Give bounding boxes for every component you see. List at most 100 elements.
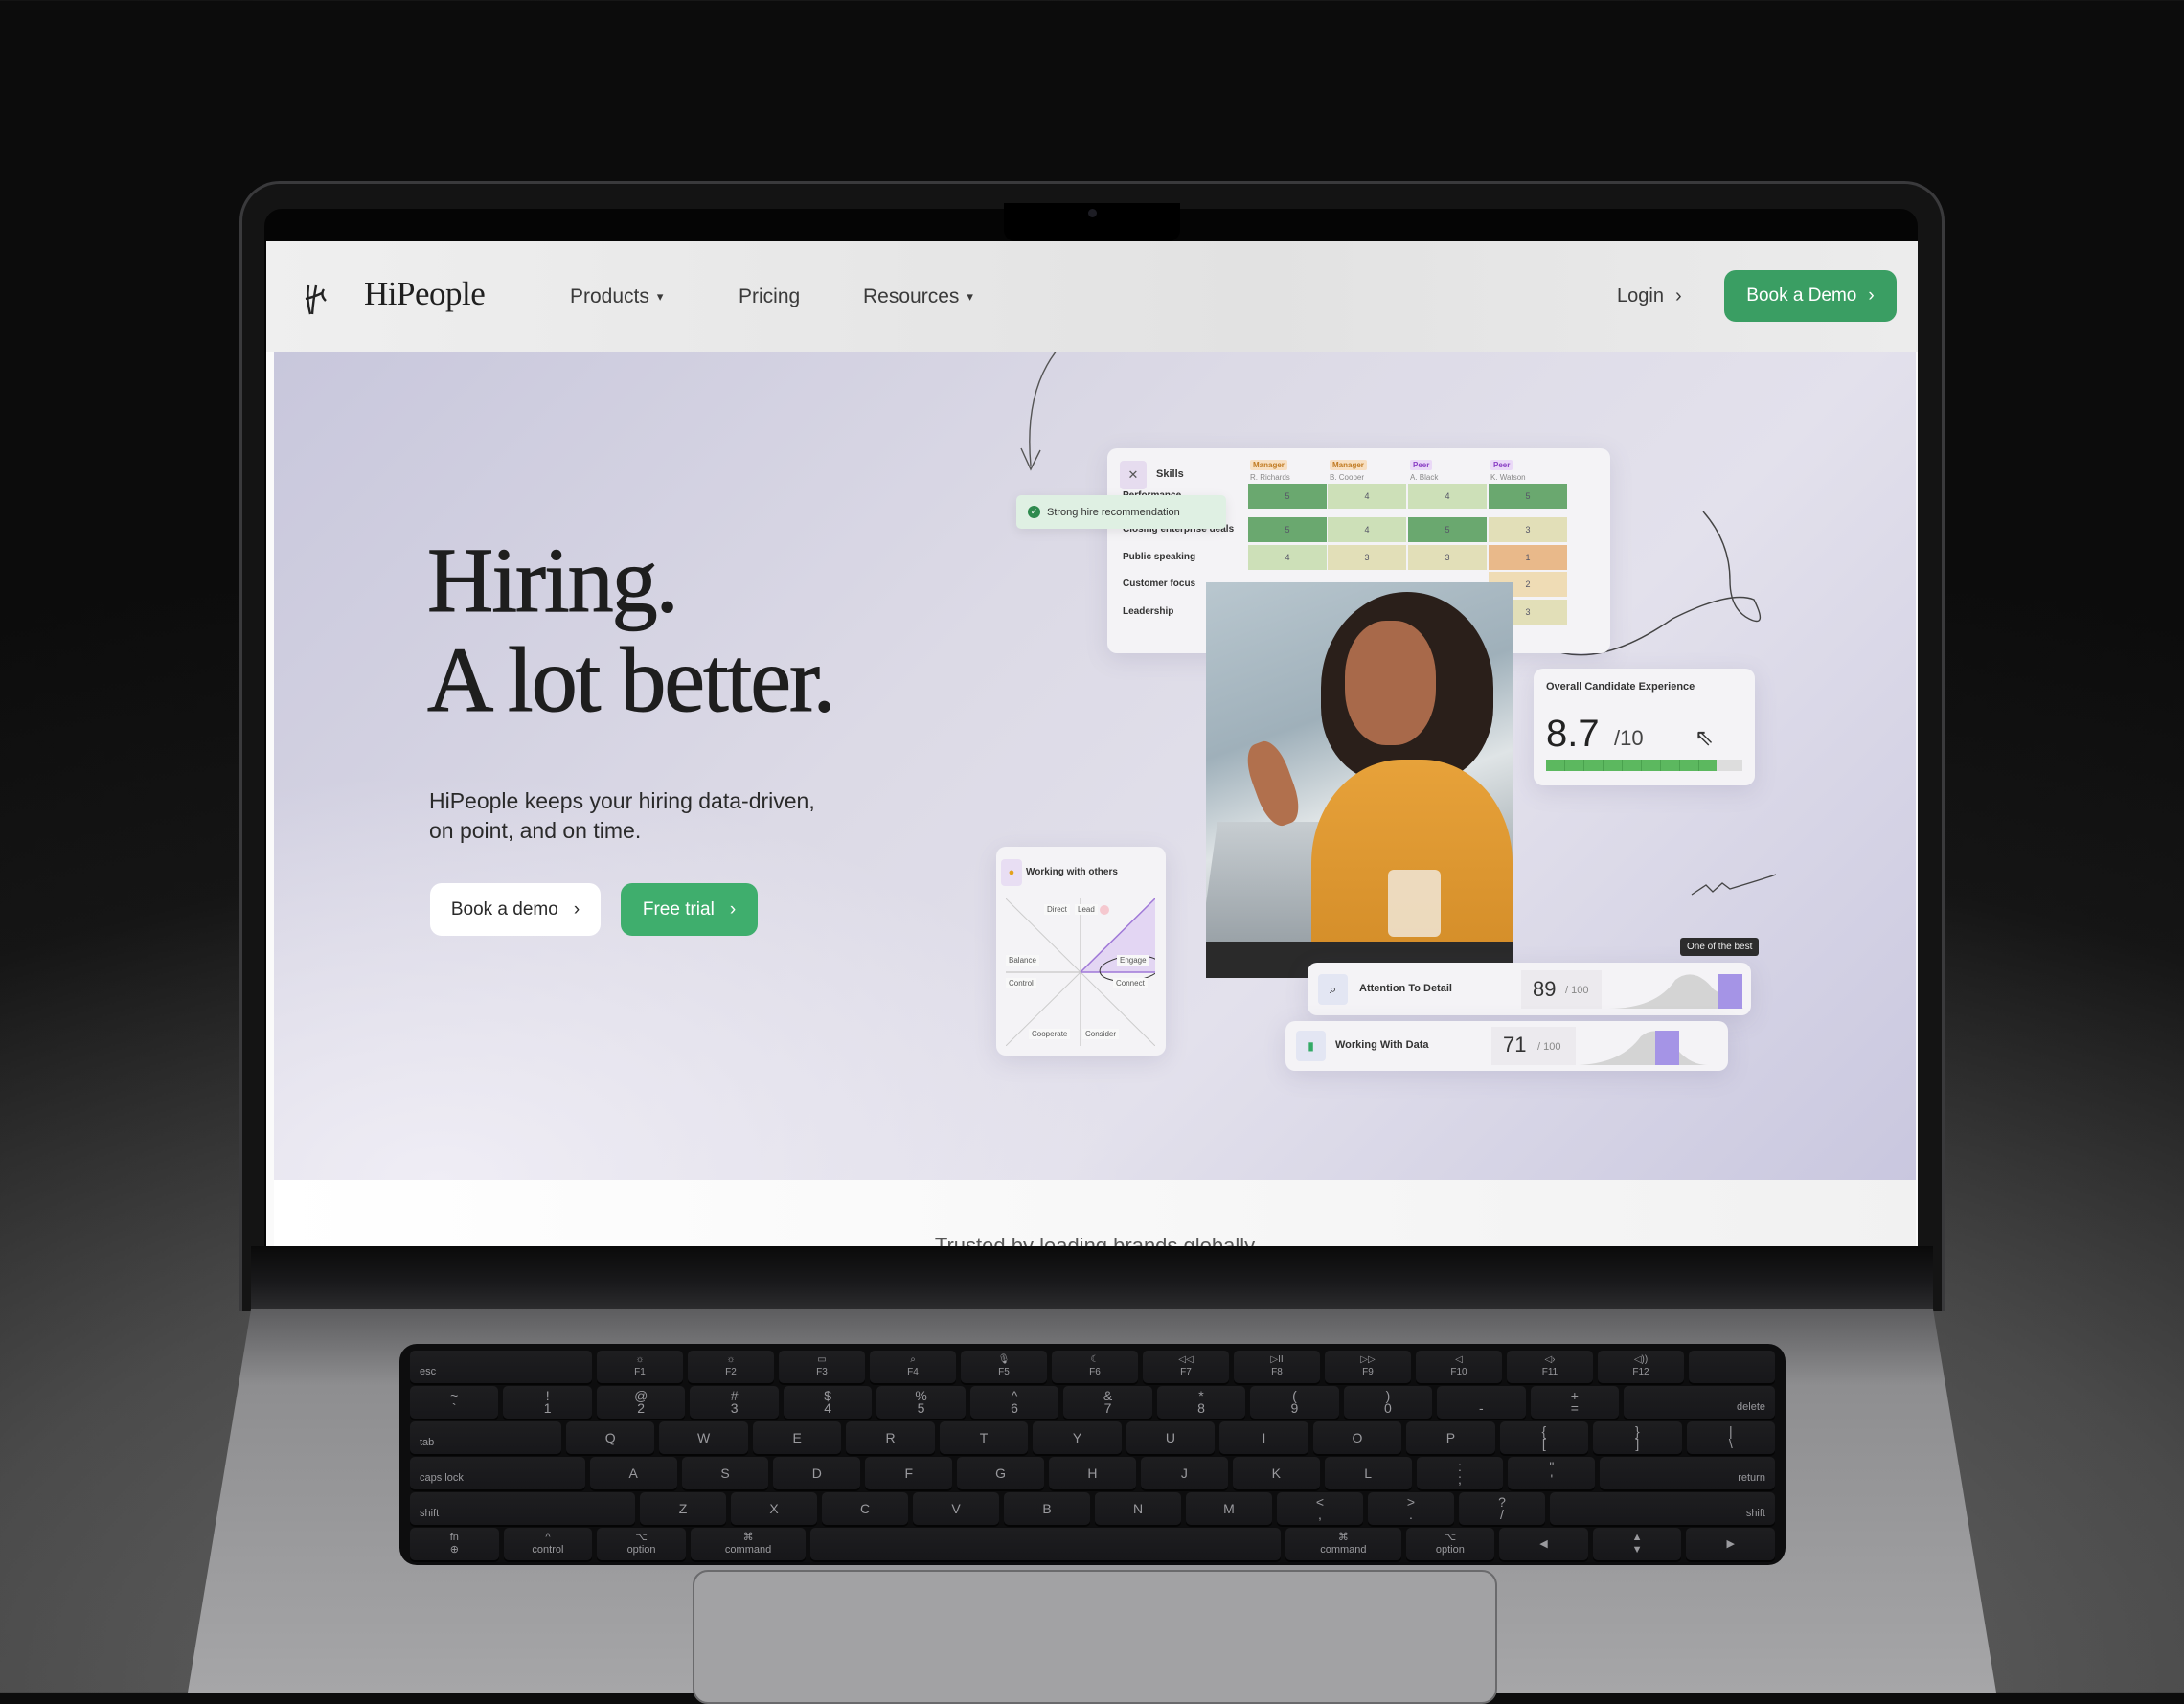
key[interactable]: M xyxy=(1186,1492,1272,1525)
keyboard-row: tab Q W E R T Y U I O P{ [} ] | \ xyxy=(410,1421,1776,1454)
keyboard-row: esc ☼ F1 ☼ F2 ▭ F3 ⌕ F4 🎙 F5 ☾ F6 ◁◁ F7 ▷II F8 ▷▷… xyxy=(410,1351,1775,1383)
key[interactable]: ? / xyxy=(1459,1492,1545,1525)
key[interactable]: ! 1 xyxy=(503,1386,592,1419)
key[interactable]: ⌘ command xyxy=(1285,1528,1401,1560)
key[interactable]: ⌘ command xyxy=(690,1528,807,1560)
key[interactable]: ◀ xyxy=(1499,1528,1588,1560)
key[interactable]: V xyxy=(913,1492,999,1525)
key[interactable]: * 8 xyxy=(1156,1386,1246,1419)
label-consider: Consider xyxy=(1082,1029,1120,1039)
key[interactable]: ^ control xyxy=(503,1528,593,1560)
key[interactable]: ▭ F3 xyxy=(779,1351,865,1383)
key[interactable]: X xyxy=(731,1492,817,1525)
key[interactable]: % 5 xyxy=(876,1386,966,1419)
key[interactable]: > . xyxy=(1368,1492,1454,1525)
key[interactable]: ⌕ F4 xyxy=(870,1351,956,1383)
check-circle-icon: ✓ xyxy=(1028,506,1040,518)
nav-pricing[interactable]: Pricing xyxy=(739,285,800,308)
cursor-icon: ⇖ xyxy=(1695,725,1715,751)
key[interactable]: ⌥ option xyxy=(597,1528,686,1560)
key[interactable]: T xyxy=(939,1421,1029,1454)
key[interactable]: : ; xyxy=(1416,1457,1504,1489)
key[interactable]: ☾ F6 xyxy=(1052,1351,1138,1383)
key[interactable]: A xyxy=(589,1457,677,1489)
key[interactable]: { [ xyxy=(1499,1421,1589,1454)
logo-text[interactable]: HiPeople xyxy=(364,275,486,313)
key[interactable]: " ' xyxy=(1508,1457,1596,1489)
key[interactable]: I xyxy=(1219,1421,1308,1454)
key[interactable]: < , xyxy=(1277,1492,1363,1525)
key[interactable]: $ 4 xyxy=(783,1386,873,1419)
key[interactable]: R xyxy=(846,1421,935,1454)
key[interactable]: ◁› F11 xyxy=(1507,1351,1593,1383)
key[interactable]: return xyxy=(1600,1457,1775,1489)
key[interactable]: ⌥ option xyxy=(1405,1528,1495,1560)
experience-max: /10 xyxy=(1614,726,1644,750)
key[interactable]: K xyxy=(1232,1457,1320,1489)
key[interactable]: ◁ F10 xyxy=(1416,1351,1502,1383)
login-link[interactable]: Login › xyxy=(1617,285,1682,307)
key[interactable]: @ 2 xyxy=(596,1386,686,1419)
key[interactable]: H xyxy=(1049,1457,1136,1489)
key[interactable]: ~ ` xyxy=(410,1386,499,1419)
key[interactable]: ▷▷ F9 xyxy=(1325,1351,1411,1383)
hipeople-logo-icon[interactable] xyxy=(303,284,331,316)
metric-max: / 100 xyxy=(1565,985,1589,996)
key[interactable]: & 7 xyxy=(1063,1386,1152,1419)
key[interactable]: J xyxy=(1140,1457,1228,1489)
key[interactable]: ▲ ▼ xyxy=(1592,1528,1682,1560)
key[interactable]: shift xyxy=(410,1492,635,1525)
key[interactable]: esc xyxy=(410,1351,592,1383)
key[interactable]: L xyxy=(1324,1457,1412,1489)
key[interactable]: W xyxy=(659,1421,748,1454)
key[interactable]: N xyxy=(1095,1492,1181,1525)
key[interactable]: D xyxy=(773,1457,861,1489)
key[interactable]: # 3 xyxy=(690,1386,779,1419)
key[interactable]: ( 9 xyxy=(1250,1386,1339,1419)
key[interactable]: ) 0 xyxy=(1343,1386,1433,1419)
behaviour-quadrant-chart xyxy=(1006,898,1155,1046)
key[interactable]: B xyxy=(1004,1492,1090,1525)
key[interactable]: G xyxy=(957,1457,1045,1489)
browser-screen: HiPeople Products ▾ Pricing Resources ▾ Lo… xyxy=(266,241,1918,1246)
key[interactable] xyxy=(1689,1351,1775,1383)
nav-products[interactable]: Products ▾ xyxy=(570,285,663,308)
key[interactable] xyxy=(810,1528,1282,1560)
key[interactable]: U xyxy=(1126,1421,1216,1454)
key[interactable]: ◁)) F12 xyxy=(1598,1351,1684,1383)
key[interactable]: S xyxy=(681,1457,769,1489)
metric-label: Attention To Detail xyxy=(1359,983,1452,994)
key[interactable]: tab xyxy=(410,1421,561,1454)
trackpad[interactable] xyxy=(693,1570,1497,1704)
key[interactable]: Z xyxy=(640,1492,726,1525)
key[interactable]: ▶ xyxy=(1686,1528,1776,1560)
key[interactable]: + = xyxy=(1530,1386,1620,1419)
key[interactable]: } ] xyxy=(1593,1421,1682,1454)
key[interactable]: | \ xyxy=(1686,1421,1776,1454)
trusted-section: Trusted by leading brands globally xyxy=(274,1180,1916,1246)
key[interactable]: 🎙 F5 xyxy=(961,1351,1047,1383)
key[interactable]: O xyxy=(1312,1421,1402,1454)
reviewer-name: A. Black xyxy=(1410,473,1439,482)
chevron-down-icon: ▾ xyxy=(967,289,973,304)
key[interactable]: ◁◁ F7 xyxy=(1143,1351,1229,1383)
key[interactable]: P xyxy=(1406,1421,1495,1454)
nav-resources[interactable]: Resources ▾ xyxy=(863,285,973,308)
working-with-others-title: Working with others xyxy=(1026,867,1118,877)
key[interactable]: fn ⊕ xyxy=(410,1528,499,1560)
key[interactable]: ☼ F2 xyxy=(688,1351,774,1383)
key[interactable]: ☼ F1 xyxy=(597,1351,683,1383)
book-demo-nav-button[interactable]: Book a Demo › xyxy=(1724,270,1897,322)
key[interactable]: — - xyxy=(1437,1386,1526,1419)
key[interactable]: ▷II F8 xyxy=(1234,1351,1320,1383)
key[interactable]: F xyxy=(865,1457,953,1489)
key[interactable]: ^ 6 xyxy=(969,1386,1059,1419)
key[interactable]: delete xyxy=(1624,1386,1776,1419)
key[interactable]: E xyxy=(752,1421,842,1454)
key[interactable]: caps lock xyxy=(410,1457,585,1489)
key[interactable]: C xyxy=(822,1492,908,1525)
key[interactable]: shift xyxy=(1550,1492,1775,1525)
key[interactable]: Q xyxy=(565,1421,655,1454)
experience-progress-bar xyxy=(1546,760,1742,771)
key[interactable]: Y xyxy=(1033,1421,1122,1454)
